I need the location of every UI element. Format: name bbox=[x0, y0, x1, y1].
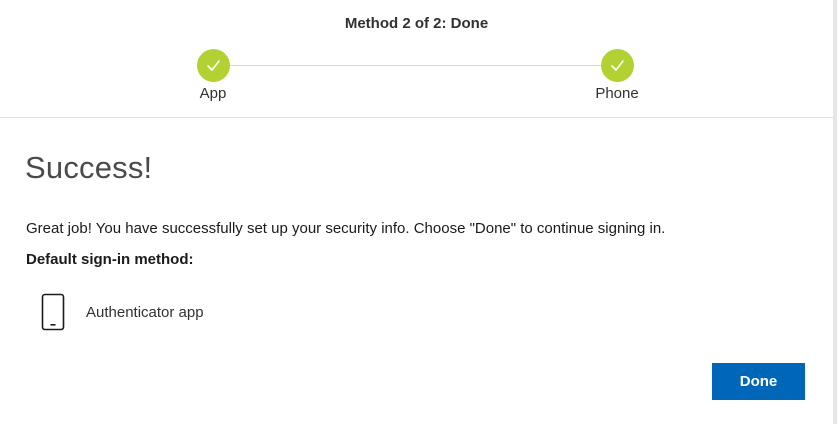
page-title: Success! bbox=[25, 150, 153, 185]
step-label-phone: Phone bbox=[595, 85, 639, 102]
default-method-heading: Default sign-in method: bbox=[26, 251, 194, 268]
step-app: App bbox=[163, 49, 263, 109]
scrollbar-track bbox=[833, 0, 837, 424]
step-phone: Phone bbox=[567, 49, 667, 109]
checkmark-icon bbox=[207, 60, 220, 71]
done-button[interactable]: Done bbox=[712, 363, 805, 400]
step-complete-indicator bbox=[197, 49, 230, 82]
default-method-label: Authenticator app bbox=[86, 304, 204, 321]
security-info-wizard: Method 2 of 2: Done App Phone Success! G… bbox=[0, 0, 837, 424]
checkmark-icon bbox=[611, 60, 624, 71]
success-message: Great job! You have successfully set up … bbox=[26, 220, 666, 237]
phone-icon bbox=[41, 293, 65, 331]
step-complete-indicator bbox=[601, 49, 634, 82]
wizard-header: Method 2 of 2: Done App Phone bbox=[0, 0, 833, 118]
progress-title: Method 2 of 2: Done bbox=[344, 15, 489, 32]
step-label-app: App bbox=[199, 85, 227, 102]
stepper-connector bbox=[229, 65, 601, 66]
